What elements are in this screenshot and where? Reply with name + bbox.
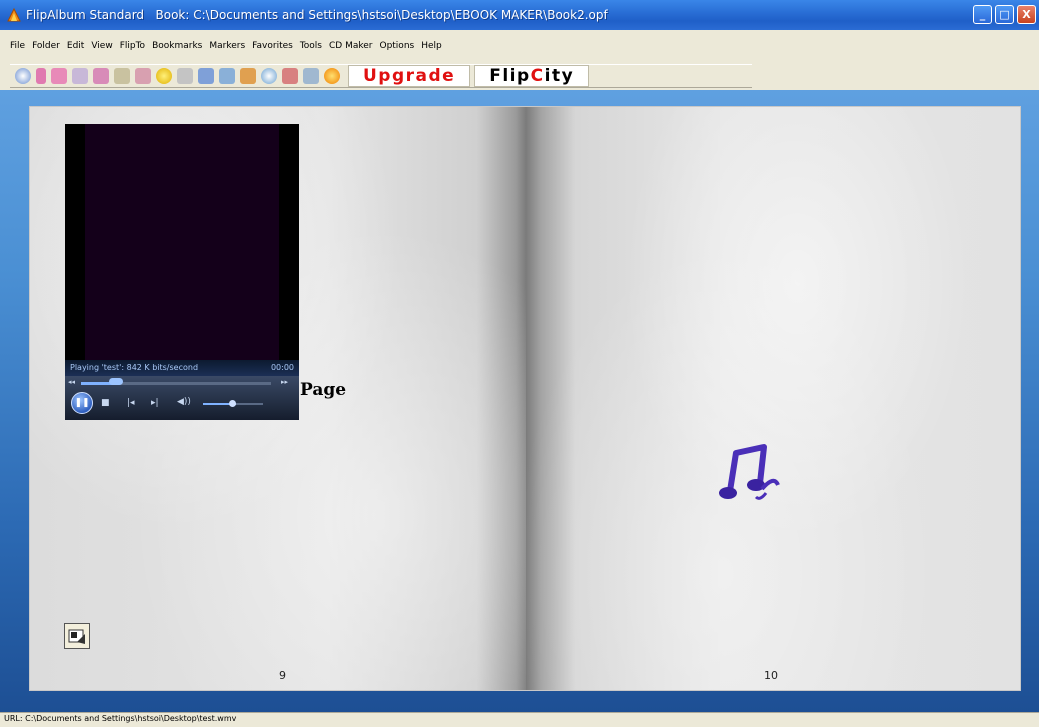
pen-icon[interactable] (177, 68, 193, 84)
status-url: URL: C:\Documents and Settings\hstsoi\De… (4, 714, 237, 723)
left-page-number: 9 (279, 669, 286, 682)
screen-icon[interactable] (303, 68, 319, 84)
window-title: FlipAlbum Standard Book: C:\Documents an… (26, 8, 608, 22)
volume-handle[interactable] (229, 400, 236, 407)
menu-markers[interactable]: Markers (209, 41, 245, 58)
menu-bookmarks[interactable]: Bookmarks (152, 41, 202, 58)
title-bar: FlipAlbum Standard Book: C:\Documents an… (0, 0, 1039, 30)
menu-edit[interactable]: Edit (67, 41, 84, 58)
flipcity-c: C (530, 66, 545, 86)
player-status-bar: Playing 'test': 842 K bits/second 00:00 (65, 360, 299, 376)
close-button[interactable]: X (1017, 5, 1036, 24)
page-icon[interactable] (72, 68, 88, 84)
menu-flipto[interactable]: FlipTo (120, 41, 145, 58)
page-text: Page (300, 380, 347, 400)
fast-forward-icon[interactable]: ▸▸ (281, 378, 288, 386)
book: Playing 'test': 842 K bits/second 00:00 … (30, 107, 1020, 690)
close-icon: X (1022, 8, 1031, 21)
menu-help[interactable]: Help (421, 41, 442, 58)
minimize-icon: _ (979, 8, 986, 21)
maximize-icon: □ (999, 8, 1010, 21)
flipalbum-app-icon[interactable] (6, 7, 22, 23)
status-bar: URL: C:\Documents and Settings\hstsoi\De… (0, 712, 1039, 727)
video-area[interactable] (85, 124, 279, 360)
fit-icon[interactable] (282, 68, 298, 84)
book-path: Book: C:\Documents and Settings\hstsoi\D… (155, 8, 608, 22)
right-page-number: 10 (764, 669, 778, 682)
next-icon[interactable]: ▸| (151, 398, 159, 408)
player-time: 00:00 (270, 363, 294, 372)
rewind-icon[interactable]: ◂◂ (68, 378, 75, 386)
upgrade-button[interactable]: Upgrade (348, 65, 471, 87)
pause-button[interactable]: ❚❚ (71, 392, 93, 414)
right-page[interactable]: 10 (526, 107, 1020, 690)
media-player[interactable]: Playing 'test': 842 K bits/second 00:00 … (65, 124, 299, 420)
menu-view[interactable]: View (91, 41, 112, 58)
maximize-button[interactable]: □ (995, 5, 1014, 24)
menu-bar: File Folder Edit View FlipTo Bookmarks M… (10, 41, 449, 58)
open-book-icon[interactable] (51, 68, 67, 84)
flipcity-prefix: Flip (489, 66, 531, 86)
seek-handle[interactable] (109, 378, 123, 385)
volume-icon[interactable]: ◀)) (177, 397, 191, 407)
music-note-icon[interactable] (716, 439, 786, 509)
menu-favorites[interactable]: Favorites (252, 41, 293, 58)
last-page-icon[interactable] (114, 68, 130, 84)
album-icon[interactable] (240, 68, 256, 84)
menu-options[interactable]: Options (379, 41, 414, 58)
movie-clip-icon[interactable] (64, 623, 90, 649)
tag-icon[interactable] (219, 68, 235, 84)
flipcity-button[interactable]: Flip City (474, 65, 590, 87)
pause-icon: ❚❚ (74, 398, 90, 408)
flipcity-suffix: ity (544, 66, 575, 86)
cover-icon[interactable] (36, 68, 46, 84)
toolbar: Upgrade Flip City (10, 64, 752, 88)
menu-toolbar-area: File Folder Edit View FlipTo Bookmarks M… (0, 30, 1039, 90)
index-icon[interactable] (135, 68, 151, 84)
sun-icon[interactable] (324, 68, 340, 84)
player-controls: ◂◂ ▸▸ ❚❚ ■ |◂ ▸| ◀)) (65, 376, 299, 420)
minimize-button[interactable]: _ (973, 5, 992, 24)
eye-icon[interactable] (15, 68, 31, 84)
left-page[interactable]: Playing 'test': 842 K bits/second 00:00 … (30, 107, 526, 690)
next-page-icon[interactable] (93, 68, 109, 84)
menu-file[interactable]: File (10, 41, 25, 58)
columns-icon[interactable] (198, 68, 214, 84)
player-status-text: Playing 'test': 842 K bits/second (70, 363, 199, 372)
app-title: FlipAlbum Standard (26, 8, 145, 22)
add-icon[interactable] (156, 68, 172, 84)
menu-tools[interactable]: Tools (300, 41, 322, 58)
stop-icon[interactable]: ■ (101, 398, 110, 408)
cd-icon[interactable] (261, 68, 277, 84)
menu-cd-maker[interactable]: CD Maker (329, 41, 372, 58)
previous-icon[interactable]: |◂ (127, 398, 135, 408)
menu-folder[interactable]: Folder (32, 41, 60, 58)
